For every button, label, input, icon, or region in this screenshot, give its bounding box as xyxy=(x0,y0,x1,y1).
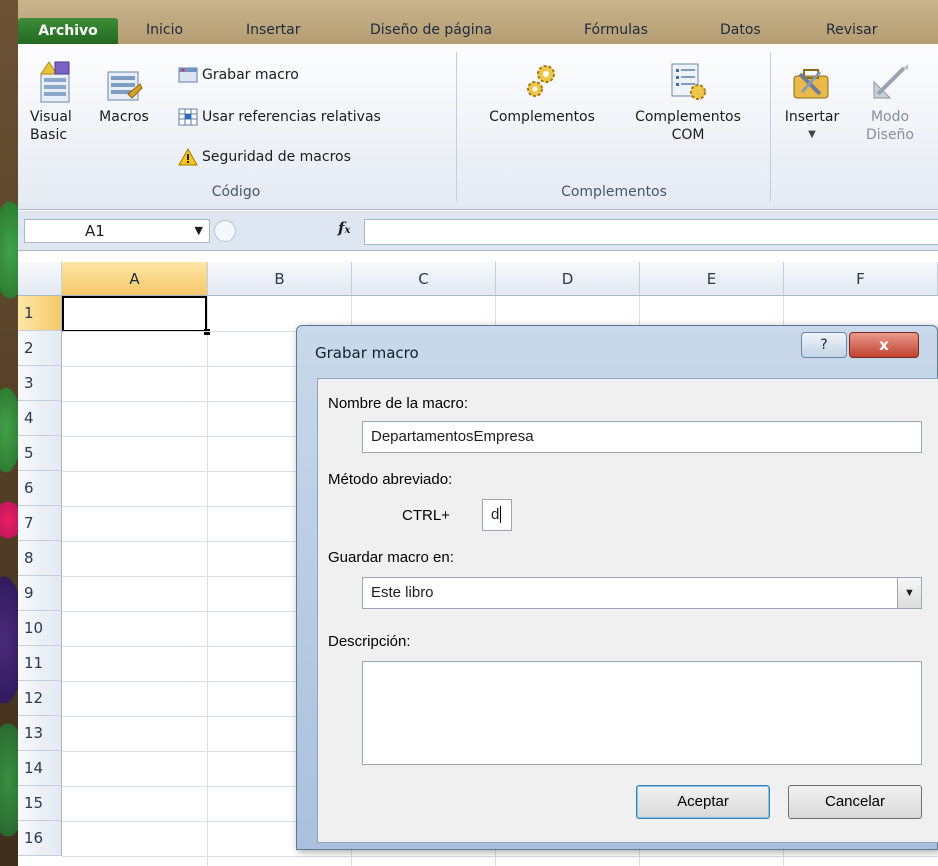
name-box-value: A1 xyxy=(85,222,105,240)
insert-function-icon[interactable]: fx xyxy=(338,219,350,237)
tab-formulas[interactable]: Fórmulas xyxy=(584,22,648,44)
descripcion-label: Descripción: xyxy=(328,633,411,650)
metodo-abreviado-label: Método abreviado: xyxy=(328,471,453,488)
toolbox-icon xyxy=(793,69,829,99)
group-label-codigo: Código xyxy=(211,184,261,200)
visual-basic-button[interactable]: Visual Basic xyxy=(30,60,80,144)
macros-icon xyxy=(107,71,143,101)
shortcut-key-input[interactable]: d xyxy=(482,499,512,531)
grabar-macro-dialog: Grabar macro ? x Nombre de la macro: Dep… xyxy=(296,325,938,850)
warning-icon xyxy=(178,148,198,166)
complementos-com-button[interactable]: Complementos COM xyxy=(618,60,758,144)
visual-basic-label: Visual Basic xyxy=(30,109,72,143)
row-header[interactable]: 5 xyxy=(18,436,62,471)
seguridad-macros-button[interactable]: Seguridad de macros xyxy=(178,146,351,170)
tab-diseno-pagina[interactable]: Diseño de página xyxy=(370,22,492,44)
nombre-macro-input[interactable]: DepartamentosEmpresa xyxy=(362,421,922,453)
column-header-e[interactable]: E xyxy=(640,262,784,296)
row-header[interactable]: 6 xyxy=(18,471,62,506)
group-separator xyxy=(770,52,771,202)
tab-inicio[interactable]: Inicio xyxy=(146,22,183,44)
group-separator xyxy=(456,52,457,202)
row-header[interactable]: 10 xyxy=(18,611,62,646)
formula-input[interactable] xyxy=(364,219,938,245)
column-header-b[interactable]: B xyxy=(208,262,352,296)
name-box-dropdown-icon[interactable]: ▼ xyxy=(195,220,203,242)
relative-reference-icon xyxy=(178,108,198,126)
row-header[interactable]: 16 xyxy=(18,821,62,856)
row-header[interactable]: 11 xyxy=(18,646,62,681)
active-cell-a1[interactable] xyxy=(62,296,210,335)
ctrl-label: CTRL+ xyxy=(402,507,450,524)
gridline xyxy=(207,296,208,866)
dropdown-arrow-icon[interactable]: ▼ xyxy=(897,578,921,608)
column-header-f[interactable]: F xyxy=(784,262,938,296)
aceptar-button[interactable]: Aceptar xyxy=(636,785,770,819)
tab-archivo[interactable]: Archivo xyxy=(18,18,118,44)
name-box[interactable]: A1 ▼ xyxy=(24,219,210,243)
nombre-macro-label: Nombre de la macro: xyxy=(328,395,468,412)
insertar-dropdown-arrow-icon: ▼ xyxy=(808,129,816,140)
column-header-c[interactable]: C xyxy=(352,262,496,296)
macros-label: Macros xyxy=(99,109,149,125)
com-addins-icon xyxy=(671,63,706,100)
insertar-control-button[interactable]: Insertar ▼ xyxy=(780,60,844,144)
column-header-d[interactable]: D xyxy=(496,262,640,296)
text-cursor xyxy=(500,506,502,523)
group-label-complementos: Complementos xyxy=(561,184,667,200)
column-header-a[interactable]: A xyxy=(62,262,208,296)
close-button[interactable]: x xyxy=(849,332,919,358)
tab-revisar[interactable]: Revisar xyxy=(826,22,878,44)
formula-bar: A1 ▼ fx xyxy=(18,211,938,251)
complementos-com-label: Complementos COM xyxy=(635,109,741,143)
tab-datos[interactable]: Datos xyxy=(720,22,761,44)
record-macro-icon xyxy=(178,67,198,83)
shortcut-key-value: d xyxy=(491,506,500,523)
nombre-macro-label-text: Nombre de la macro: xyxy=(328,395,469,412)
seguridad-macros-label: Seguridad de macros xyxy=(202,149,351,165)
help-button[interactable]: ? xyxy=(801,332,847,358)
row-header[interactable]: 7 xyxy=(18,506,62,541)
tab-insertar[interactable]: Insertar xyxy=(246,22,301,44)
formula-expand-icon[interactable] xyxy=(214,220,236,242)
cancelar-button[interactable]: Cancelar xyxy=(788,785,922,819)
guardar-macro-select[interactable]: Este libro ▼ xyxy=(362,577,922,609)
grabar-macro-label: Grabar macro xyxy=(202,67,299,83)
excel-window: Archivo Inicio Insertar Diseño de página… xyxy=(18,0,938,866)
macros-button[interactable]: Macros xyxy=(94,62,154,126)
complementos-label: Complementos xyxy=(489,109,595,125)
ribbon-tabs: Archivo Inicio Insertar Diseño de página… xyxy=(18,0,938,44)
usar-referencias-label: Usar referencias relativas xyxy=(202,109,381,125)
design-mode-icon xyxy=(873,64,908,99)
row-header[interactable]: 8 xyxy=(18,541,62,576)
dialog-body: Nombre de la macro: DepartamentosEmpresa… xyxy=(317,378,938,843)
usar-referencias-button[interactable]: Usar referencias relativas xyxy=(178,106,381,130)
row-header[interactable]: 2 xyxy=(18,331,62,366)
gears-icon xyxy=(527,65,555,97)
gridline xyxy=(62,856,938,857)
row-header[interactable]: 4 xyxy=(18,401,62,436)
row-header[interactable]: 14 xyxy=(18,751,62,786)
visual-basic-icon xyxy=(40,61,70,103)
row-header[interactable]: 9 xyxy=(18,576,62,611)
row-header[interactable]: 1 xyxy=(18,296,62,331)
guardar-macro-label: Guardar macro en: xyxy=(328,549,454,566)
select-all-corner[interactable] xyxy=(18,262,62,296)
insertar-control-label: Insertar xyxy=(784,109,840,125)
row-header[interactable]: 3 xyxy=(18,366,62,401)
ribbon: Visual Basic Macros Grabar macro Usar re… xyxy=(18,44,938,210)
complementos-button[interactable]: Complementos xyxy=(472,60,612,126)
modo-diseno-label: Modo Diseño xyxy=(865,109,914,143)
dialog-title: Grabar macro xyxy=(315,344,419,362)
modo-diseno-button[interactable]: Modo Diseño xyxy=(858,60,922,144)
row-header[interactable]: 15 xyxy=(18,786,62,821)
grabar-macro-button[interactable]: Grabar macro xyxy=(178,64,299,88)
guardar-macro-value: Este libro xyxy=(371,584,434,601)
row-header[interactable]: 12 xyxy=(18,681,62,716)
descripcion-textarea[interactable] xyxy=(362,661,922,765)
row-header[interactable]: 13 xyxy=(18,716,62,751)
